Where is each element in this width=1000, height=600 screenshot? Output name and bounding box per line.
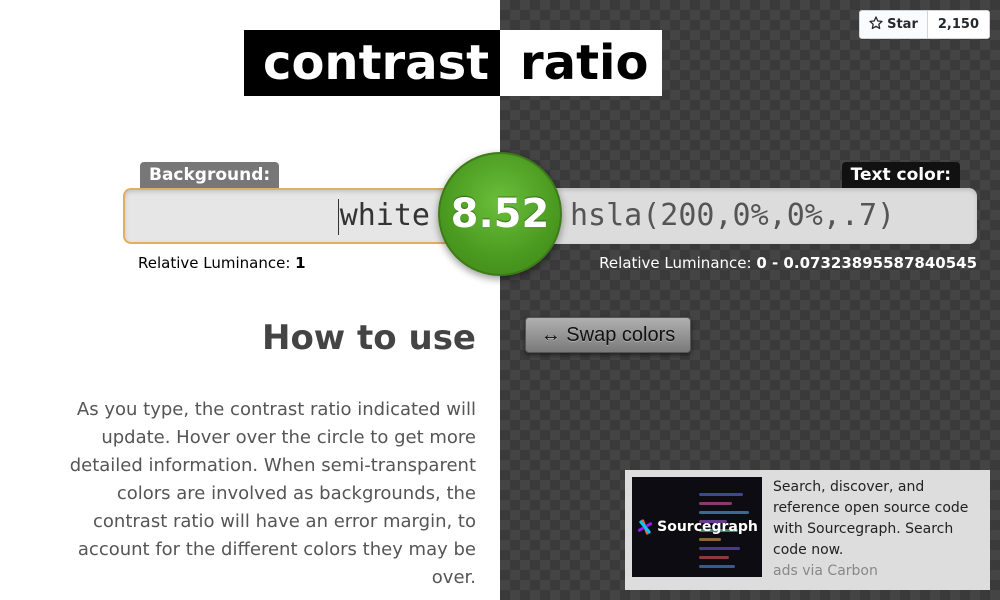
background-label: Background: — [140, 162, 280, 188]
text-color-luminance-value: 0 - 0.07323895587840545 — [756, 254, 977, 272]
background-luminance-label: Relative Luminance: — [138, 254, 291, 272]
github-star-count[interactable]: 2,150 — [927, 11, 989, 38]
background-color-value: white — [339, 198, 430, 233]
background-luminance: Relative Luminance: 1 — [138, 254, 306, 272]
background-luminance-value: 1 — [295, 254, 306, 272]
text-color-luminance-label: Relative Luminance: — [599, 254, 752, 272]
ad-via-link[interactable]: ads via Carbon — [773, 561, 983, 582]
star-icon — [869, 15, 883, 34]
text-color-luminance: Relative Luminance: 0 - 0.07323895587840… — [599, 254, 977, 272]
how-to-use-heading: How to use — [261, 318, 476, 358]
how-to-use-text: As you type, the contrast ratio indicate… — [69, 399, 476, 588]
text-color-input[interactable]: hsla(200,0%,0%,.7) — [500, 188, 977, 244]
github-star-widget: Star 2,150 — [859, 10, 990, 39]
sourcegraph-logo: Sourcegraph — [636, 518, 758, 536]
text-color-label: Text color: — [841, 162, 960, 188]
title-contrast: contrast — [244, 30, 500, 96]
page-title: contrast ratio — [244, 30, 662, 96]
ad-text[interactable]: Search, discover, and reference open sou… — [773, 477, 983, 561]
star-label: Star — [887, 17, 918, 32]
contrast-ratio-value: 8.52 — [450, 191, 550, 237]
text-color-value: hsla(200,0%,0%,.7) — [570, 198, 896, 233]
contrast-ratio-circle[interactable]: 8.52 — [438, 152, 562, 276]
swap-colors-button[interactable]: ↔ Swap colors — [525, 317, 691, 353]
sourcegraph-brand: Sourcegraph — [657, 519, 758, 535]
title-ratio: ratio — [500, 30, 662, 96]
ad-text-block: Search, discover, and reference open sou… — [773, 477, 983, 583]
ad-image[interactable]: Sourcegraph — [632, 477, 762, 577]
github-star-button[interactable]: Star — [860, 11, 928, 38]
carbon-ad[interactable]: Sourcegraph Search, discover, and refere… — [625, 470, 990, 590]
sourcegraph-icon — [637, 519, 653, 535]
text-caret — [337, 198, 339, 235]
